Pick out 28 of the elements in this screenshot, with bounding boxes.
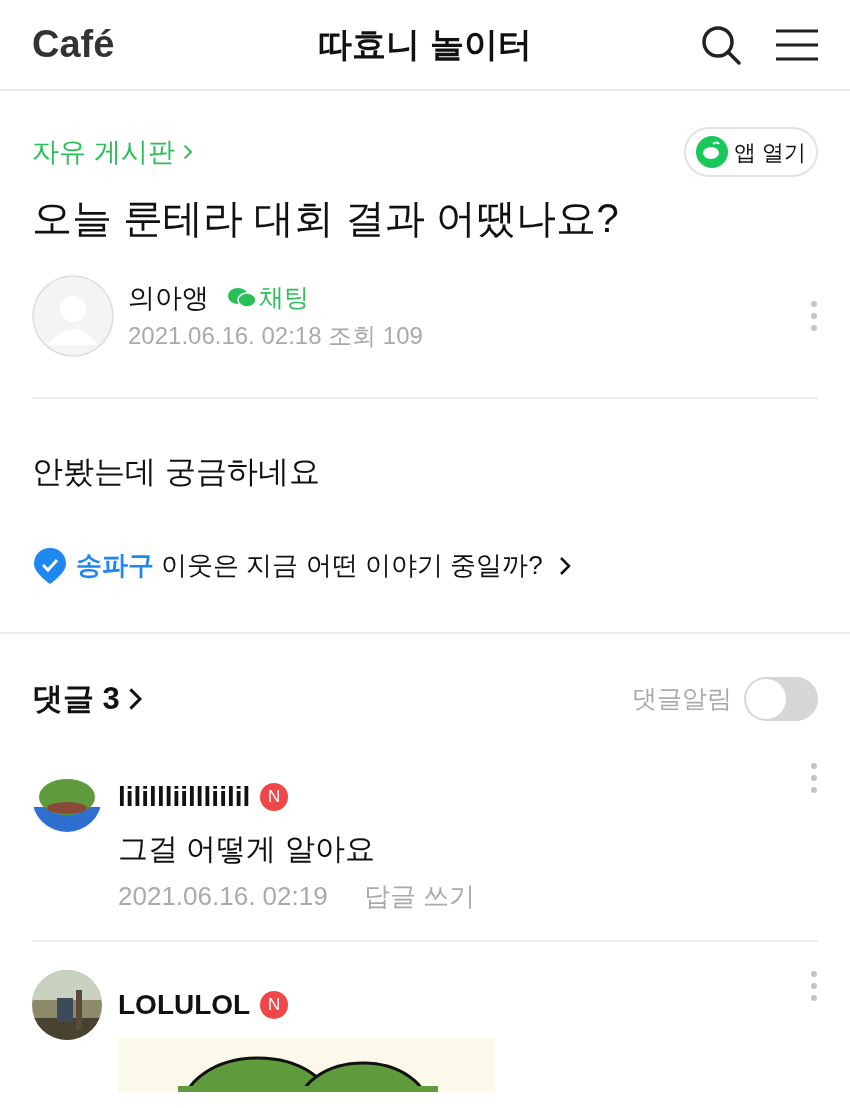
commenter-name[interactable]: LOLULOL	[118, 984, 251, 1026]
more-icon[interactable]	[810, 300, 818, 332]
post-body: 안봤는데 궁금하네요	[32, 453, 321, 491]
menu-icon[interactable]	[776, 28, 818, 61]
avatar-icon	[32, 275, 114, 357]
chevron-right-icon	[558, 555, 571, 576]
post-title: 오늘 룬테라 대회 결과 어땠나요?	[32, 195, 620, 242]
chat-icon	[227, 286, 257, 310]
comment-date: 2021.06.16. 02:19	[118, 880, 328, 913]
comment-text: 그걸 어떻게 알아요	[118, 831, 376, 867]
local-banner-link[interactable]: 송파구 이웃은 지금 어떤 이야기 중일까?	[76, 546, 543, 585]
more-icon[interactable]	[810, 762, 818, 794]
verified-pin-icon	[32, 545, 68, 586]
logo[interactable]: Café	[32, 16, 212, 73]
new-badge: N	[260, 783, 289, 811]
search-icon[interactable]	[700, 23, 742, 66]
commenter-name[interactable]: lilillliillliilil	[118, 776, 251, 818]
comments-count-link[interactable]: 댓글 3	[32, 675, 143, 722]
comment-alert-label: 댓글알림	[632, 683, 732, 714]
author-name[interactable]: 의아앵	[128, 277, 209, 319]
open-app-button[interactable]: 앱 열기	[683, 127, 818, 177]
cafe-title: 따효니 놀이터	[317, 24, 533, 65]
post-meta: 2021.06.16. 02:18 조회 109	[128, 322, 423, 350]
comment-alert-toggle[interactable]	[744, 676, 818, 721]
chevron-right-icon	[127, 686, 143, 711]
more-icon[interactable]	[810, 970, 818, 1002]
chevron-right-icon	[182, 144, 193, 160]
new-badge: N	[260, 991, 289, 1019]
